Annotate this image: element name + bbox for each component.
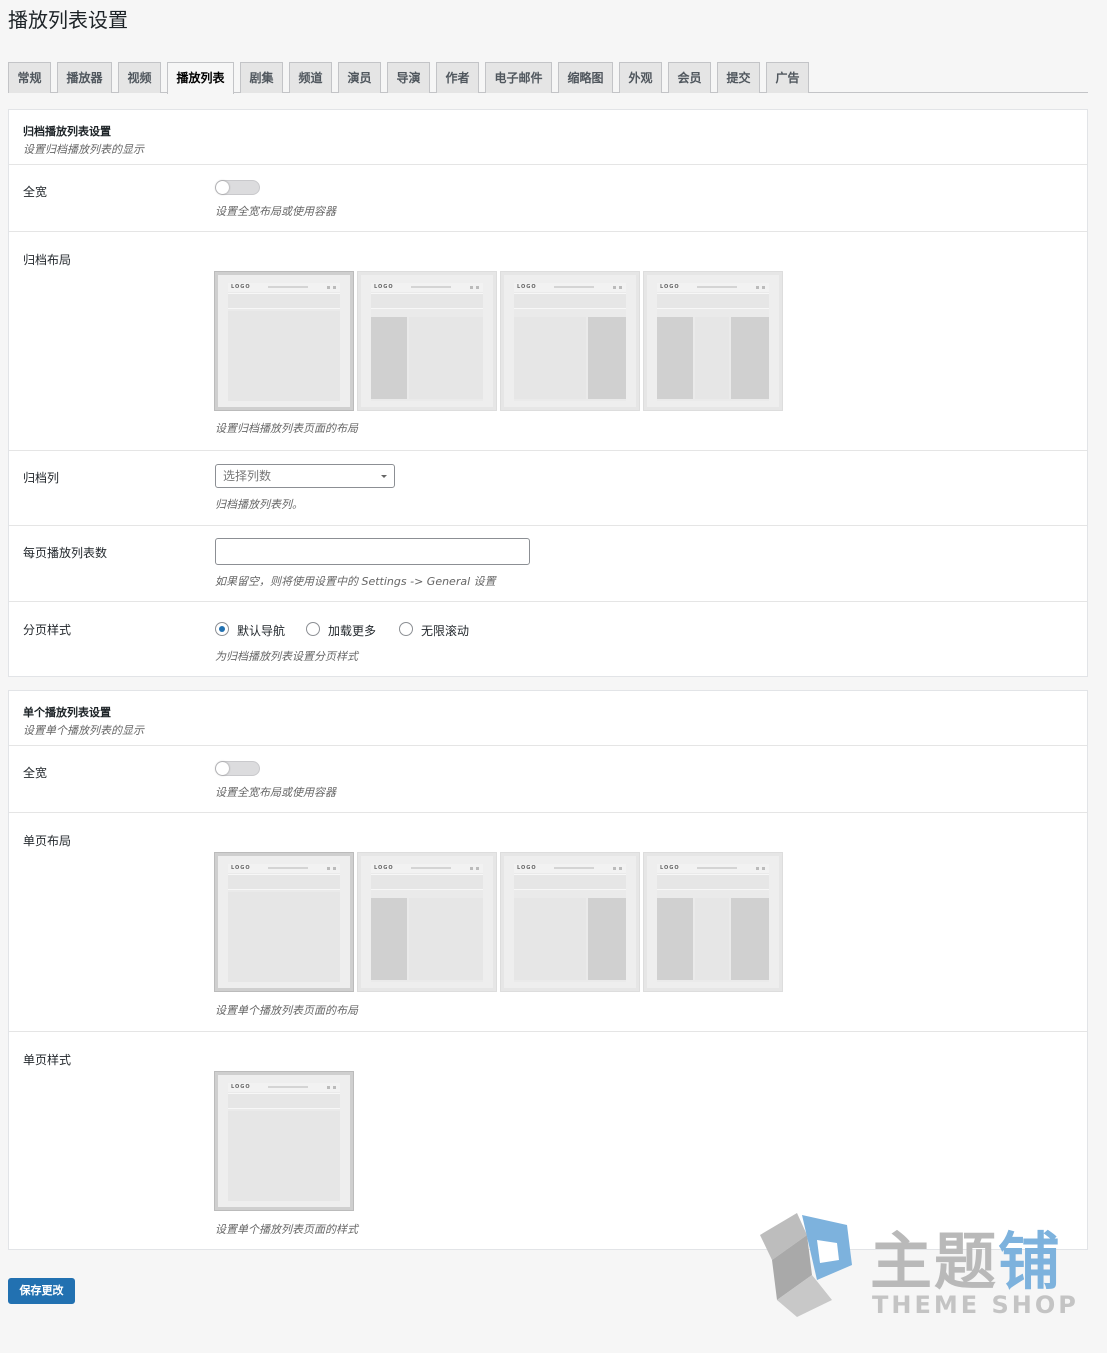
select-value: 选择列数 — [223, 469, 272, 483]
chevron-down-icon — [381, 475, 387, 478]
archive-fullwidth-row: 全宽 设置全宽布局或使用容器 — [9, 165, 1087, 232]
field-label: 归档列 — [23, 471, 60, 485]
watermark-logo-icon — [760, 1213, 852, 1317]
tab-general[interactable]: 常规 — [8, 62, 51, 93]
card-title: 单个播放列表设置 — [23, 706, 111, 719]
field-help: 为归档播放列表设置分页样式 — [215, 650, 358, 663]
layout-logo-text: LOGO — [231, 1084, 251, 1090]
tab-series[interactable]: 剧集 — [240, 62, 283, 93]
archive-per-page-row: 每页播放列表数 如果留空，则将使用设置中的 Settings -> Genera… — [9, 526, 1087, 602]
card-title: 归档播放列表设置 — [23, 125, 111, 138]
style-1-option[interactable]: LOGO — [215, 1072, 353, 1210]
radio-circle — [215, 622, 229, 636]
layout-right-sidebar-option[interactable]: LOGO — [501, 853, 639, 991]
watermark-chinese-text: 主题铺 — [870, 1225, 1063, 1298]
field-help: 设置全宽布局或使用容器 — [215, 205, 336, 218]
layout-left-sidebar-option[interactable]: LOGO — [358, 853, 496, 991]
radio-circle — [399, 622, 413, 636]
field-label: 分页样式 — [23, 623, 72, 637]
theme-shop-watermark: 主题铺 THEME SHOP — [752, 1205, 1082, 1325]
field-label: 单页布局 — [23, 834, 72, 848]
field-help: 设置单个播放列表页面的样式 — [215, 1223, 358, 1236]
field-label: 单页样式 — [23, 1053, 72, 1067]
field-help: 设置单个播放列表页面的布局 — [215, 1004, 358, 1017]
tab-submit[interactable]: 提交 — [717, 62, 760, 93]
archive-settings-card: 归档播放列表设置 设置归档播放列表的显示 全宽 设置全宽布局或使用容器 归档布局… — [8, 109, 1088, 677]
layout-logo-text: LOGO — [231, 284, 251, 290]
per-page-input[interactable] — [215, 538, 530, 565]
settings-tabs: 常规 播放器 视频 播放列表 剧集 频道 演员 导演 作者 电子邮件 缩略图 外… — [8, 62, 1088, 94]
layout-right-sidebar-option[interactable]: LOGO — [501, 272, 639, 410]
card-header: 归档播放列表设置 设置归档播放列表的显示 — [9, 110, 1087, 165]
layout-logo-text: LOGO — [374, 865, 394, 871]
layout-full-option[interactable]: LOGO — [215, 853, 353, 991]
layout-logo-text: LOGO — [517, 284, 537, 290]
fullwidth-toggle[interactable] — [215, 761, 260, 776]
layout-both-sidebars-option[interactable]: LOGO — [644, 853, 782, 991]
radio-circle — [306, 622, 320, 636]
tab-thumbnail[interactable]: 缩略图 — [558, 62, 613, 93]
fullwidth-toggle[interactable] — [215, 180, 260, 195]
toggle-knob — [216, 181, 229, 194]
card-header: 单个播放列表设置 设置单个播放列表的显示 — [9, 691, 1087, 746]
card-description: 设置单个播放列表的显示 — [23, 724, 144, 737]
layout-full-option[interactable]: LOGO — [215, 272, 353, 410]
layout-logo-text: LOGO — [660, 865, 680, 871]
single-fullwidth-row: 全宽 设置全宽布局或使用容器 — [9, 746, 1087, 813]
tab-actor[interactable]: 演员 — [338, 62, 381, 93]
page-title: 播放列表设置 — [8, 8, 128, 32]
radio-label: 加载更多 — [328, 624, 377, 638]
archive-pagination-row: 分页样式 默认导航 加载更多 无限滚动 为归档播放列表设置分页样式 — [9, 602, 1087, 677]
tab-membership[interactable]: 会员 — [668, 62, 711, 93]
columns-select[interactable]: 选择列数 — [215, 464, 395, 488]
pagination-infinite-radio[interactable]: 无限滚动 — [399, 622, 479, 638]
single-settings-card: 单个播放列表设置 设置单个播放列表的显示 全宽 设置全宽布局或使用容器 单页布局… — [8, 690, 1088, 1250]
tab-email[interactable]: 电子邮件 — [485, 62, 552, 93]
field-help: 如果留空，则将使用设置中的 Settings -> General 设置 — [215, 575, 496, 588]
archive-layout-row: 归档布局 LOGO LOGO LOGO LOGO 设置归档播放列表页面的布局 — [9, 232, 1087, 451]
archive-columns-row: 归档列 选择列数 归档播放列表列。 — [9, 451, 1087, 526]
field-label: 归档布局 — [23, 253, 72, 267]
field-help: 设置全宽布局或使用容器 — [215, 786, 336, 799]
tab-director[interactable]: 导演 — [387, 62, 430, 93]
field-help: 设置归档播放列表页面的布局 — [215, 422, 358, 435]
watermark-english-text: THEME SHOP — [872, 1291, 1079, 1319]
layout-left-sidebar-option[interactable]: LOGO — [358, 272, 496, 410]
field-label: 全宽 — [23, 185, 48, 199]
layout-logo-text: LOGO — [374, 284, 394, 290]
save-changes-button[interactable]: 保存更改 — [8, 1278, 75, 1304]
radio-label: 无限滚动 — [421, 624, 470, 638]
card-description: 设置归档播放列表的显示 — [23, 143, 144, 156]
tab-video[interactable]: 视频 — [118, 62, 161, 93]
tab-author[interactable]: 作者 — [436, 62, 479, 93]
single-layout-row: 单页布局 LOGO LOGO LOGO LOGO 设置单个播放列表页面的布局 — [9, 813, 1087, 1032]
tab-appearance[interactable]: 外观 — [619, 62, 662, 93]
field-help: 归档播放列表列。 — [215, 498, 303, 511]
pagination-load-more-radio[interactable]: 加载更多 — [306, 622, 386, 638]
tab-ads[interactable]: 广告 — [766, 62, 809, 93]
tab-player[interactable]: 播放器 — [57, 62, 112, 93]
layout-logo-text: LOGO — [517, 865, 537, 871]
tab-channel[interactable]: 频道 — [289, 62, 332, 93]
pagination-default-radio[interactable]: 默认导航 — [215, 622, 295, 638]
toggle-knob — [216, 762, 229, 775]
field-label: 每页播放列表数 — [23, 546, 108, 560]
tab-playlist[interactable]: 播放列表 — [167, 62, 234, 94]
layout-logo-text: LOGO — [231, 865, 251, 871]
layout-logo-text: LOGO — [660, 284, 680, 290]
layout-both-sidebars-option[interactable]: LOGO — [644, 272, 782, 410]
radio-label: 默认导航 — [237, 624, 286, 638]
field-label: 全宽 — [23, 766, 48, 780]
